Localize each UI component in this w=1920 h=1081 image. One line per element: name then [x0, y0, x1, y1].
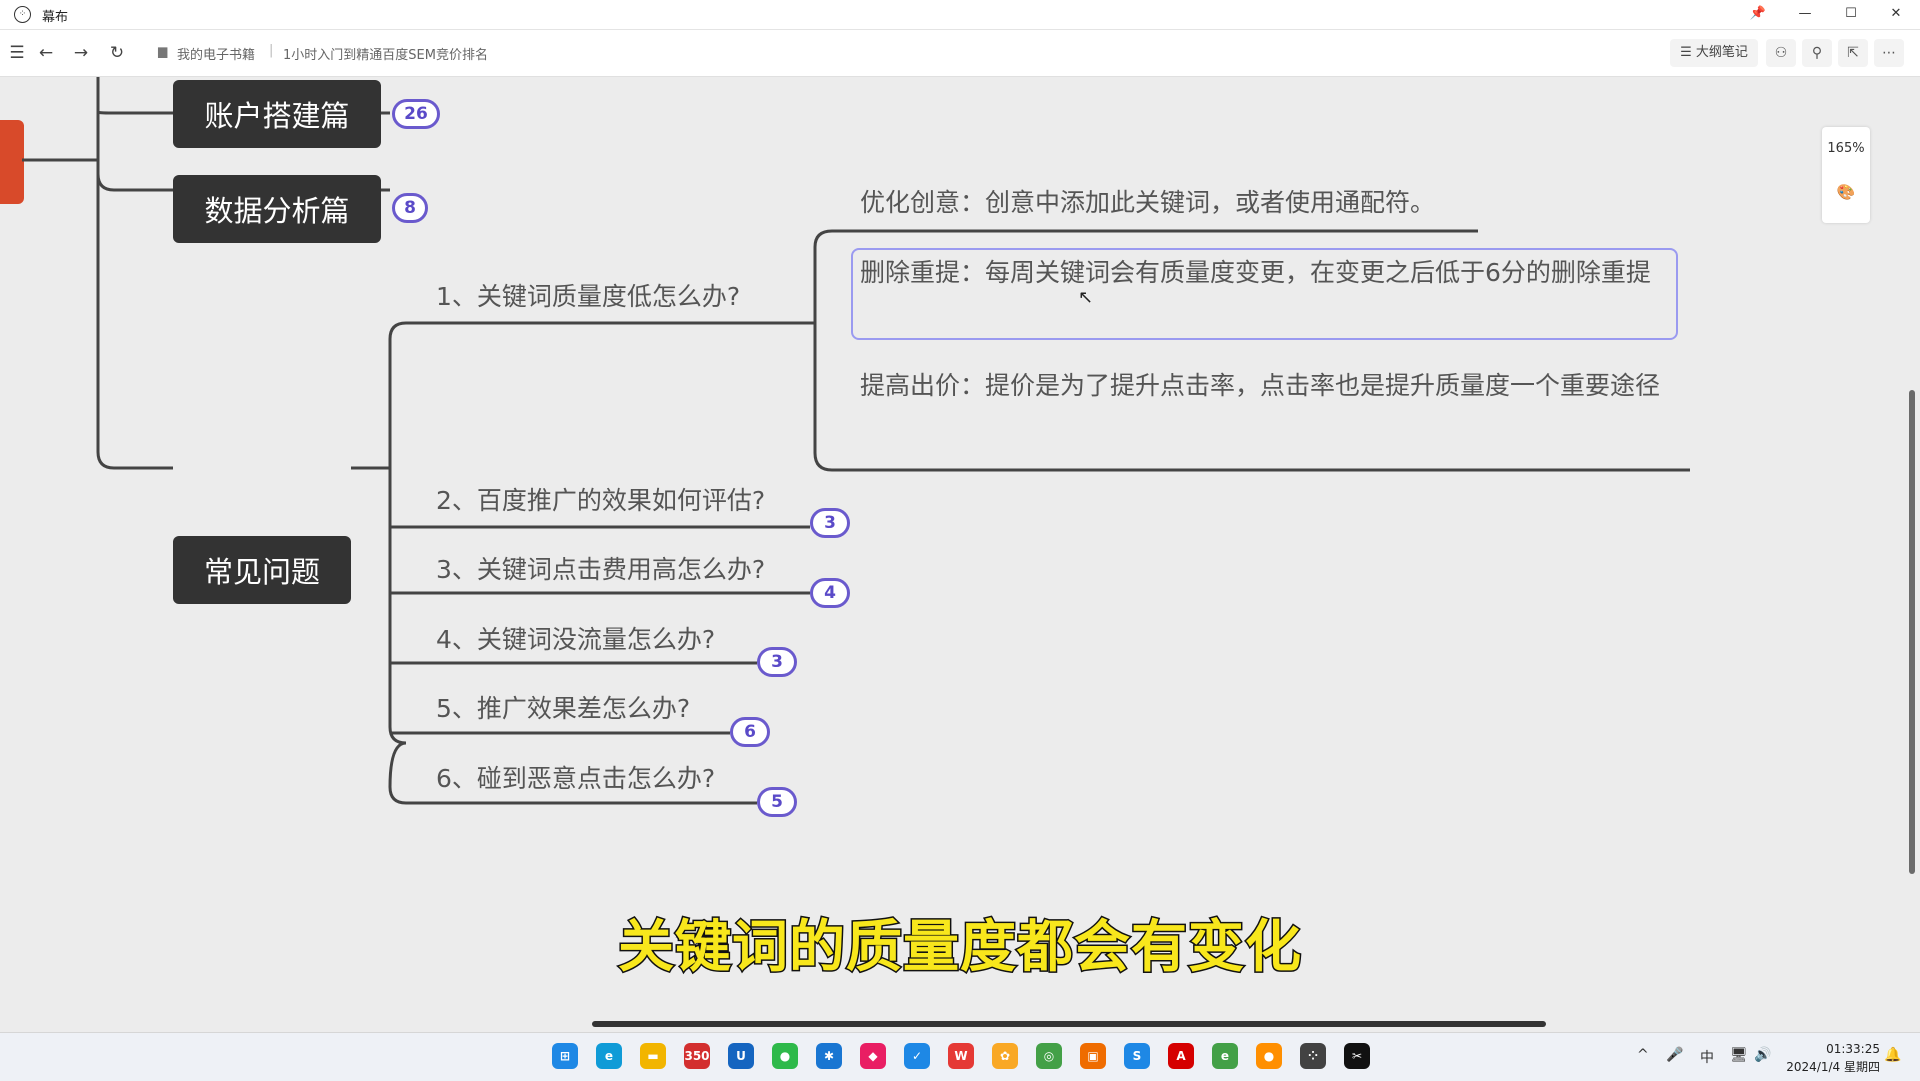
branch-account-setup[interactable]: 账户搭建篇	[173, 80, 381, 148]
close-button[interactable]: ✕	[1883, 4, 1909, 24]
tray-chevron-icon[interactable]: ^	[1637, 1047, 1649, 1063]
outline-notes-button[interactable]: ☰ 大纲笔记	[1670, 39, 1758, 67]
branch-faq[interactable]: 常见问题	[173, 536, 351, 604]
taskbar-app-capcut-icon[interactable]: ✂	[1344, 1043, 1370, 1069]
answer-node-selected[interactable]: 删除重提：每周关键词会有质量度变更，在变更之后低于6分的删除重提	[860, 252, 1675, 293]
taskbar-app-app-orange-ball-icon[interactable]: ●	[1256, 1043, 1282, 1069]
question-node[interactable]: 5、推广效果差怎么办?	[436, 689, 690, 725]
collapsed-count-badge[interactable]: 8	[392, 193, 428, 223]
question-node[interactable]: 1、关键词质量度低怎么办?	[436, 277, 740, 313]
taskbar-app-app-blue-bird-icon[interactable]: ✓	[904, 1043, 930, 1069]
notification-bell-icon[interactable]: 🔔	[1884, 1047, 1901, 1063]
collapsed-count-badge[interactable]: 5	[757, 787, 797, 817]
breadcrumb-folder[interactable]: 我的电子书籍	[177, 44, 255, 63]
microphone-icon[interactable]: 🎤	[1666, 1047, 1683, 1063]
pin-icon[interactable]: 📌	[1745, 4, 1771, 24]
more-icon[interactable]: ⋯	[1874, 39, 1904, 67]
horizontal-scrollbar[interactable]	[592, 1021, 1546, 1027]
clock-time[interactable]: 01:33:25	[1820, 1042, 1880, 1056]
breadcrumb-separator: |	[269, 43, 274, 58]
title-bar: ⁘ 幕布 📌 — ☐ ✕	[0, 0, 1920, 30]
zoom-panel: 165% 🎨	[1822, 127, 1870, 223]
taskbar-app-app-green-circle-icon[interactable]: ◎	[1036, 1043, 1062, 1069]
window-title: 幕布	[42, 10, 69, 25]
palette-icon[interactable]: 🎨	[1836, 183, 1856, 203]
taskbar-app-app-blue-swirl-icon[interactable]: S	[1124, 1043, 1150, 1069]
minimize-button[interactable]: —	[1792, 4, 1818, 24]
menu-icon[interactable]: ☰	[6, 42, 28, 64]
taskbar-app-start-icon[interactable]: ⊞	[552, 1043, 578, 1069]
forward-icon[interactable]: →	[70, 42, 92, 64]
vertical-scrollbar[interactable]	[1909, 390, 1915, 874]
text-cursor-icon: ↖	[1078, 287, 1094, 308]
taskbar: ⊞ e ▬ 350 U ● ✱ ◆ ✓ W ✿ ◎ ▣ S Ae ● ⁘ ✂ ^ 🎤 中 🖥 🔊 01:33:25…	[0, 1032, 1920, 1081]
video-subtitle: 关键词的质量度都会有变化	[617, 914, 1303, 982]
mindmap-canvas[interactable]: 账户搭建篇 26 数据分析篇 8 常见问题 1、关键词质量度低怎么办? 2、百度…	[0, 77, 1920, 1032]
collapsed-count-badge[interactable]: 4	[810, 578, 850, 608]
taskbar-app-app-green-e-icon[interactable]: e	[1212, 1043, 1238, 1069]
taskbar-app-app-pink-icon[interactable]: ◆	[860, 1043, 886, 1069]
maximize-button[interactable]: ☐	[1838, 4, 1864, 24]
question-node[interactable]: 3、关键词点击费用高怎么办?	[436, 550, 765, 586]
share-icon[interactable]: ⚲	[1802, 39, 1832, 67]
answer-node[interactable]: 优化创意：创意中添加此关键词，或者使用通配符。	[860, 182, 1500, 223]
branch-data-analysis[interactable]: 数据分析篇	[173, 175, 381, 243]
volume-icon[interactable]: 🔊	[1754, 1047, 1771, 1063]
taskbar-app-wps-icon[interactable]: W	[948, 1043, 974, 1069]
collapsed-count-badge[interactable]: 26	[392, 99, 440, 129]
collapsed-count-badge[interactable]: 3	[757, 647, 797, 677]
answer-node[interactable]: 提高出价：提价是为了提升点击率，点击率也是提升质量度一个重要途径	[860, 365, 1685, 406]
taskbar-app-app-blue-u-icon[interactable]: U	[728, 1043, 754, 1069]
collapsed-count-badge[interactable]: 6	[730, 717, 770, 747]
zoom-level[interactable]: 165%	[1822, 141, 1870, 156]
breadcrumb-document[interactable]: 1小时入门到精通百度SEM竞价排名	[283, 44, 488, 63]
network-icon[interactable]: 🖥	[1730, 1047, 1748, 1063]
taskbar-app-app-photo-icon[interactable]: ▣	[1080, 1043, 1106, 1069]
back-icon[interactable]: ←	[35, 42, 57, 64]
mindmap-icon[interactable]: ⚇	[1766, 39, 1796, 67]
collapsed-count-badge[interactable]: 3	[810, 508, 850, 538]
taskbar-app-mubu-icon[interactable]: ⁘	[1300, 1043, 1326, 1069]
toolbar: ☰ ← → ↻ ▆ 我的电子书籍 | 1小时入门到精通百度SEM竞价排名 ☰ 大…	[0, 30, 1920, 77]
taskbar-app-wechat-icon[interactable]: ●	[772, 1043, 798, 1069]
folder-icon: ▆	[158, 44, 168, 58]
taskbar-app-edge-icon[interactable]: e	[596, 1043, 622, 1069]
taskbar-app-acrobat-icon[interactable]: A	[1168, 1043, 1194, 1069]
root-node[interactable]	[0, 120, 24, 204]
taskbar-app-explorer-icon[interactable]: ▬	[640, 1043, 666, 1069]
clock-date[interactable]: 2024/1/4 星期四	[1780, 1058, 1880, 1075]
question-node[interactable]: 2、百度推广的效果如何评估?	[436, 481, 765, 517]
ime-indicator[interactable]: 中	[1700, 1047, 1714, 1067]
question-node[interactable]: 4、关键词没流量怎么办?	[436, 620, 715, 656]
export-icon[interactable]: ⇱	[1838, 39, 1868, 67]
taskbar-app-app-350-icon[interactable]: 350	[684, 1043, 710, 1069]
refresh-icon[interactable]: ↻	[106, 42, 128, 64]
taskbar-app-app-star-icon[interactable]: ✱	[816, 1043, 842, 1069]
taskbar-app-app-yellow-icon[interactable]: ✿	[992, 1043, 1018, 1069]
question-node[interactable]: 6、碰到恶意点击怎么办?	[436, 759, 715, 795]
mubu-logo-icon: ⁘	[14, 6, 31, 23]
